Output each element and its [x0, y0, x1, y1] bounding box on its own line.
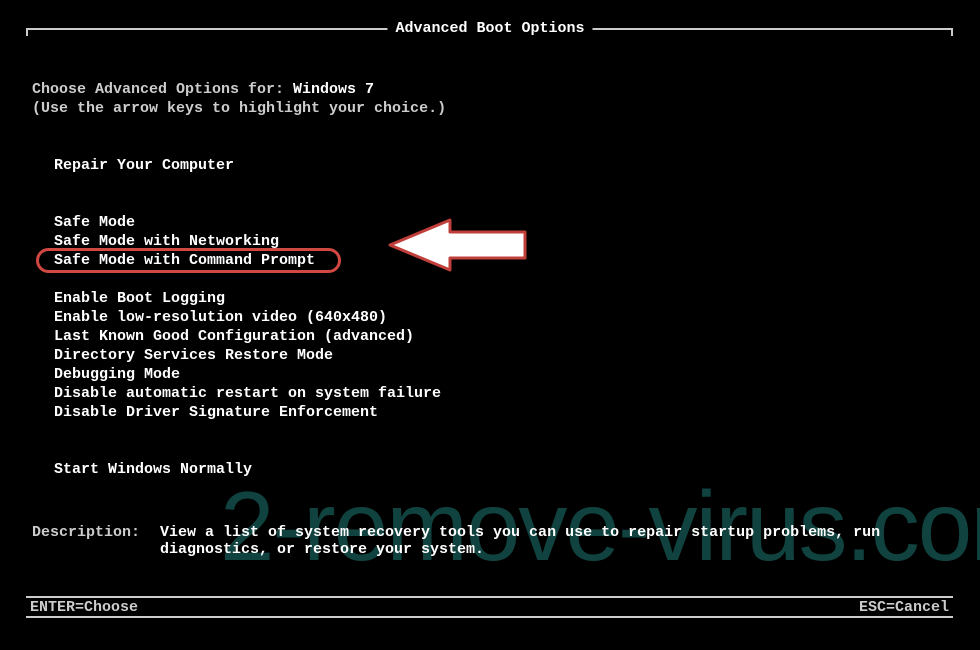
menu-safe-mode[interactable]: Safe Mode — [32, 213, 948, 232]
menu-low-res[interactable]: Enable low-resolution video (640x480) — [32, 308, 948, 327]
arrow-hint: (Use the arrow keys to highlight your ch… — [32, 99, 948, 118]
menu-ds-restore[interactable]: Directory Services Restore Mode — [32, 346, 948, 365]
menu-repair[interactable]: Repair Your Computer — [32, 156, 948, 175]
choose-prefix: Choose Advanced Options for: — [32, 81, 293, 98]
menu-boot-logging[interactable]: Enable Boot Logging — [32, 289, 948, 308]
menu-safe-mode-networking[interactable]: Safe Mode with Networking — [32, 232, 948, 251]
description-label: Description: — [32, 524, 160, 541]
footer-esc: ESC=Cancel — [859, 599, 949, 616]
menu-disable-driver-sig[interactable]: Disable Driver Signature Enforcement — [32, 403, 948, 422]
description-text: View a list of system recovery tools you… — [160, 524, 920, 558]
menu-start-normally[interactable]: Start Windows Normally — [32, 460, 948, 479]
page-title: Advanced Boot Options — [387, 20, 592, 37]
menu-disable-restart[interactable]: Disable automatic restart on system fail… — [32, 384, 948, 403]
menu-safe-mode-cmd[interactable]: Safe Mode with Command Prompt — [32, 251, 948, 270]
os-name: Windows 7 — [293, 81, 374, 98]
footer-enter: ENTER=Choose — [30, 599, 138, 616]
menu-debugging[interactable]: Debugging Mode — [32, 365, 948, 384]
menu-last-known-good[interactable]: Last Known Good Configuration (advanced) — [32, 327, 948, 346]
